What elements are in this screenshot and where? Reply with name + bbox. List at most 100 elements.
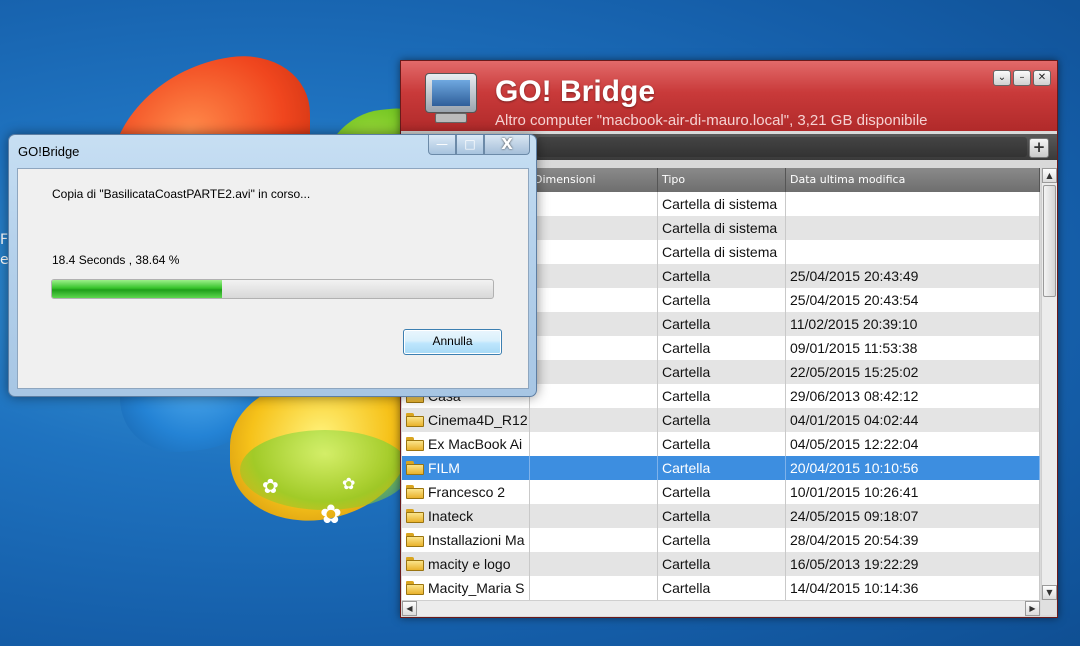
cell-text: macity e logo	[428, 556, 511, 572]
resize-grip[interactable]	[1041, 600, 1056, 615]
cell-text: Cartella di sistema	[662, 244, 778, 260]
cell-size	[530, 360, 658, 384]
cell-text: Cartella di sistema	[662, 196, 778, 212]
cell-text: Cartella	[662, 436, 711, 452]
dialog-body: Copia di "BasilicataCoastPARTE2.avi" in …	[17, 168, 529, 389]
cell-size	[530, 432, 658, 456]
cell-type: Cartella	[658, 576, 786, 600]
folder-icon	[406, 413, 424, 427]
cell-name: Installazioni Ma	[402, 528, 530, 552]
cell-size	[530, 504, 658, 528]
cell-text: Cartella	[662, 316, 711, 332]
cell-size	[530, 576, 658, 600]
cell-text: 04/05/2015 12:22:04	[790, 436, 919, 452]
cell-size	[530, 264, 658, 288]
close-button[interactable]: X	[484, 135, 530, 155]
cell-date: 25/04/2015 20:43:54	[786, 288, 1040, 312]
minimize-button[interactable]: –	[1013, 70, 1031, 86]
cell-text: Cartella	[662, 388, 711, 404]
progress-fill	[52, 280, 223, 298]
cell-type: Cartella	[658, 504, 786, 528]
cell-size	[530, 288, 658, 312]
cell-type: Cartella	[658, 408, 786, 432]
cell-text: Cartella	[662, 460, 711, 476]
copy-message: Copia di "BasilicataCoastPARTE2.avi" in …	[52, 187, 311, 201]
close-button[interactable]: ✕	[1033, 70, 1051, 86]
table-row[interactable]: FILM Cartella 20/04/2015 10:10:56	[402, 456, 1040, 480]
sparkle-icon: ✿	[342, 474, 356, 493]
cell-size	[530, 552, 658, 576]
cell-size	[530, 384, 658, 408]
scroll-up-arrow[interactable]: ▲	[1042, 168, 1057, 183]
cell-size	[530, 528, 658, 552]
folder-icon	[406, 509, 424, 523]
cell-text: 25/04/2015 20:43:54	[790, 292, 919, 308]
path-field[interactable]	[537, 137, 1027, 157]
scroll-left-arrow[interactable]: ◀	[402, 601, 417, 616]
cell-text: Cartella	[662, 484, 711, 500]
cell-date	[786, 240, 1040, 264]
column-header-date[interactable]: Data ultima modifica	[786, 168, 1040, 192]
cell-date: 14/04/2015 10:14:36	[786, 576, 1040, 600]
cell-type: Cartella	[658, 336, 786, 360]
minimize-button[interactable]: —	[428, 135, 456, 155]
cell-type: Cartella	[658, 480, 786, 504]
cell-text: Cartella	[662, 268, 711, 284]
horizontal-scrollbar[interactable]: ◀ ▶	[402, 600, 1040, 616]
cell-size	[530, 216, 658, 240]
scroll-down-arrow[interactable]: ▼	[1042, 585, 1057, 600]
cell-text: Cartella	[662, 340, 711, 356]
sparkle-icon: ✿	[262, 474, 279, 498]
cell-date: 04/01/2015 04:02:44	[786, 408, 1040, 432]
cell-size	[530, 480, 658, 504]
scroll-thumb[interactable]	[1043, 185, 1056, 297]
cell-date: 29/06/2013 08:42:12	[786, 384, 1040, 408]
table-row[interactable]: Ex MacBook Ai Cartella 04/05/2015 12:22:04	[402, 432, 1040, 456]
dialog-window-controls: — □ X	[428, 135, 530, 155]
column-header-size[interactable]: Dimensioni	[530, 168, 658, 192]
wallpaper-grass	[240, 430, 410, 510]
cell-date: 24/05/2015 09:18:07	[786, 504, 1040, 528]
cell-size	[530, 456, 658, 480]
table-row[interactable]: Cinema4D_R12 Cartella 04/01/2015 04:02:44	[402, 408, 1040, 432]
cell-type: Cartella	[658, 456, 786, 480]
maximize-button[interactable]: □	[456, 135, 484, 155]
cell-text: 29/06/2013 08:42:12	[790, 388, 919, 404]
folder-icon	[406, 557, 424, 571]
app-title: GO! Bridge	[495, 75, 656, 108]
table-row[interactable]: Francesco 2 Cartella 10/01/2015 10:26:41	[402, 480, 1040, 504]
table-row[interactable]: Inateck Cartella 24/05/2015 09:18:07	[402, 504, 1040, 528]
cell-size	[530, 240, 658, 264]
cell-date: 22/05/2015 15:25:02	[786, 360, 1040, 384]
cell-type: Cartella di sistema	[658, 240, 786, 264]
table-row[interactable]: Macity_Maria S Cartella 14/04/2015 10:14:3…	[402, 576, 1040, 600]
cell-name: FILM	[402, 456, 530, 480]
scroll-right-arrow[interactable]: ▶	[1025, 601, 1040, 616]
cell-text: Cartella	[662, 364, 711, 380]
cell-text: 25/04/2015 20:43:49	[790, 268, 919, 284]
computer-icon	[421, 69, 479, 125]
cell-text: Cinema4D_R12	[428, 412, 528, 428]
folder-icon	[406, 437, 424, 451]
table-row[interactable]: Installazioni Ma Cartella 28/04/2015 20:54…	[402, 528, 1040, 552]
dropdown-button[interactable]: ⌄	[993, 70, 1011, 86]
cell-text: Cartella	[662, 292, 711, 308]
column-header-type[interactable]: Tipo	[658, 168, 786, 192]
add-button[interactable]: +	[1029, 138, 1049, 158]
cell-text: 22/05/2015 15:25:02	[790, 364, 919, 380]
cell-date	[786, 192, 1040, 216]
progress-status: 18.4 Seconds , 38.64 %	[52, 253, 180, 267]
vertical-scrollbar[interactable]: ▲ ▼	[1041, 168, 1057, 600]
cell-type: Cartella	[658, 360, 786, 384]
cell-text: 04/01/2015 04:02:44	[790, 412, 919, 428]
cell-date: 04/05/2015 12:22:04	[786, 432, 1040, 456]
table-row[interactable]: macity e logo Cartella 16/05/2013 19:22:29	[402, 552, 1040, 576]
folder-icon	[406, 461, 424, 475]
cell-date	[786, 216, 1040, 240]
cell-size	[530, 408, 658, 432]
window-header[interactable]: GO! Bridge Altro computer "macbook-air-d…	[401, 61, 1057, 131]
cancel-button[interactable]: Annulla	[403, 329, 502, 355]
cell-text: Cartella	[662, 556, 711, 572]
cell-text: FILM	[428, 460, 460, 476]
desktop-icon-label[interactable]: F	[0, 232, 8, 248]
